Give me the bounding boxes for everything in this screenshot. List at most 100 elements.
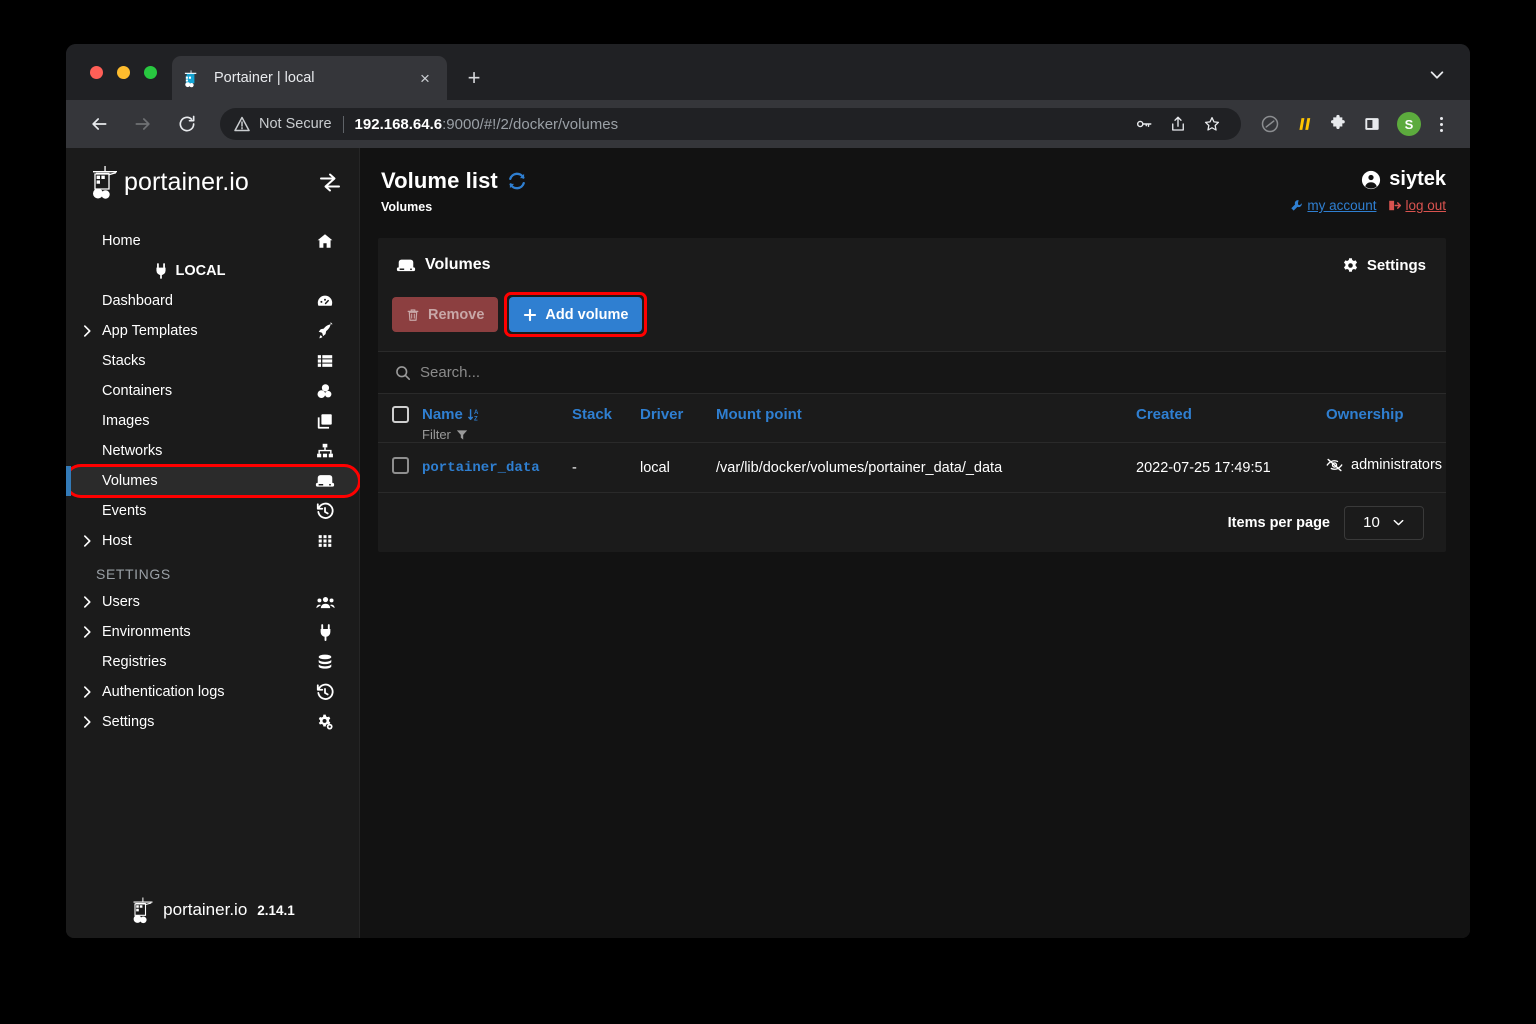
sidebar-item-registries[interactable]: Registries	[66, 647, 359, 677]
bookmark-star-icon[interactable]	[1197, 109, 1227, 139]
column-header-stack[interactable]: Stack	[572, 394, 640, 443]
sidebar-item-app-templates[interactable]: App Templates	[66, 316, 359, 346]
users-icon	[315, 592, 335, 612]
filter-icon	[456, 429, 468, 441]
browser-tab[interactable]: Portainer | local ×	[172, 56, 447, 100]
volume-name-link[interactable]: portainer_data	[422, 460, 540, 476]
events-icon	[315, 501, 335, 521]
sidebar-item-label: Stacks	[102, 353, 146, 369]
page-header-left: Volume list Volumes	[378, 168, 527, 214]
refresh-icon[interactable]	[507, 171, 527, 191]
gear-icon	[1342, 257, 1359, 274]
add-volume-button-label: Add volume	[545, 306, 629, 323]
page-header-right: siytek my account log out	[1290, 168, 1446, 213]
sidebar-item-volumes[interactable]: Volumes	[66, 464, 361, 498]
eye-slash-icon	[1326, 458, 1343, 472]
sidebar-item-images[interactable]: Images	[66, 406, 359, 436]
search-icon	[392, 365, 414, 381]
items-per-page-value: 10	[1363, 514, 1380, 531]
close-tab-icon[interactable]: ×	[414, 67, 436, 89]
sidebar-item-settings[interactable]: Settings	[66, 707, 359, 737]
plug-icon	[154, 263, 168, 279]
column-header-created[interactable]: Created	[1136, 394, 1326, 443]
remove-button[interactable]: Remove	[392, 297, 499, 332]
my-account-link[interactable]: my account	[1290, 198, 1376, 213]
forward-button[interactable]	[128, 109, 158, 139]
chevron-right-icon	[83, 626, 92, 639]
panel-title-row: Volumes	[396, 256, 491, 274]
logout-icon	[1388, 199, 1402, 212]
sidebar-item-label: Registries	[102, 654, 167, 670]
search-input[interactable]	[420, 364, 1428, 381]
side-panel-icon[interactable]	[1357, 109, 1387, 139]
host-icon	[315, 531, 335, 551]
sidebar-item-users[interactable]: Users	[66, 587, 359, 617]
address-bar[interactable]: Not Secure 192.168.64.6:9000/#!/2/docker…	[220, 108, 1241, 140]
name-filter-control[interactable]: Filter	[422, 427, 572, 442]
volumes-action-bar: Remove Add volume	[378, 292, 1446, 351]
extension-adblock-icon[interactable]	[1255, 109, 1285, 139]
items-per-page-select[interactable]: 10	[1344, 505, 1424, 540]
sidebar-item-label: Users	[102, 594, 140, 610]
panel-settings-button[interactable]: Settings	[1342, 257, 1426, 274]
column-header-ownership[interactable]: Ownership	[1326, 394, 1446, 443]
share-icon[interactable]	[1163, 109, 1193, 139]
new-tab-button[interactable]: +	[462, 66, 486, 90]
page-title: Volume list	[381, 168, 498, 193]
sort-desc-icon: AZ	[467, 408, 480, 422]
back-button[interactable]	[84, 109, 114, 139]
logout-link[interactable]: log out	[1388, 198, 1446, 213]
column-header-mount-point[interactable]: Mount point	[716, 394, 1136, 443]
sidebar-item-environments[interactable]: Environments	[66, 617, 359, 647]
table-header-row: Name AZ Filter Stack Driver Mount point …	[378, 394, 1446, 443]
networks-icon	[315, 441, 335, 461]
trash-icon	[406, 308, 420, 322]
row-stack-cell: -	[572, 459, 577, 476]
sidebar-item-containers[interactable]: Containers	[66, 376, 359, 406]
volumes-icon	[396, 258, 416, 273]
minimize-window-button[interactable]	[117, 66, 130, 79]
search-row	[378, 351, 1446, 394]
column-header-name[interactable]: Name AZ Filter	[422, 394, 572, 443]
sidebar-group-local: LOCAL	[66, 256, 359, 286]
sidebar-brand[interactable]: portainer.io	[66, 148, 359, 216]
table-footer: Items per page 10	[378, 492, 1446, 552]
sidebar-item-networks[interactable]: Networks	[66, 436, 359, 466]
maximize-window-button[interactable]	[144, 66, 157, 79]
sidebar-item-home[interactable]: Home	[66, 226, 359, 256]
name-sort-control[interactable]: Name AZ	[422, 406, 572, 423]
table-row[interactable]: portainer_data - local /var/lib/docker/v…	[378, 442, 1446, 493]
page-title-row: Volume list	[381, 168, 527, 194]
select-all-checkbox[interactable]	[392, 406, 409, 423]
sidebar-item-host[interactable]: Host	[66, 526, 359, 556]
sidebar-item-authentication-logs[interactable]: Authentication logs	[66, 677, 359, 707]
browser-menu-icon[interactable]	[1430, 116, 1452, 132]
chevron-right-icon	[83, 325, 92, 338]
breadcrumb: Volumes	[381, 200, 433, 214]
chevron-down-icon[interactable]	[1426, 64, 1448, 86]
profile-avatar[interactable]: S	[1397, 112, 1421, 136]
sidebar-item-label: Containers	[102, 383, 173, 399]
extensions-puzzle-icon[interactable]	[1323, 109, 1353, 139]
dashboard-icon	[315, 291, 335, 311]
reload-button[interactable]	[172, 109, 202, 139]
portainer-logo-icon	[130, 896, 156, 924]
column-header-driver[interactable]: Driver	[640, 394, 716, 443]
registries-icon	[315, 652, 335, 672]
volumes-table-body: portainer_data - local /var/lib/docker/v…	[378, 442, 1446, 493]
sidebar-item-events[interactable]: Events	[66, 496, 359, 526]
extension-pause-icon[interactable]	[1289, 109, 1319, 139]
sidebar-item-dashboard[interactable]: Dashboard	[66, 286, 359, 316]
close-window-button[interactable]	[90, 66, 103, 79]
add-volume-button[interactable]: Add volume	[509, 297, 643, 332]
screenshot-root: Portainer | local × + Not Secure 192.168…	[0, 0, 1536, 1024]
row-mount-point-cell: /var/lib/docker/volumes/portainer_data/_…	[716, 459, 1003, 476]
row-checkbox[interactable]	[392, 457, 409, 474]
sidebar-item-label: Authentication logs	[102, 684, 225, 700]
password-key-icon[interactable]	[1129, 109, 1159, 139]
sidebar-item-stacks[interactable]: Stacks	[66, 346, 359, 376]
sidebar-toggle-icon[interactable]	[317, 171, 343, 193]
rocket-icon	[315, 321, 335, 341]
sidebar-item-label: Dashboard	[102, 293, 173, 309]
home-icon	[315, 231, 335, 251]
